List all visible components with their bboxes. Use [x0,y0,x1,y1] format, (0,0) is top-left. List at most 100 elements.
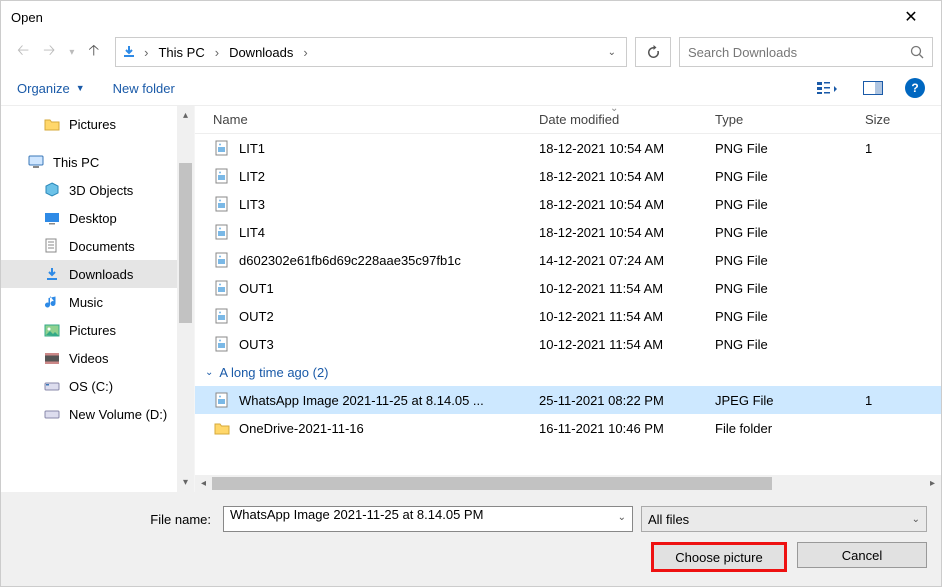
sidebar-item-downloads[interactable]: Downloads [1,260,177,288]
search-placeholder: Search Downloads [688,45,797,60]
column-date[interactable]: Date modified [539,112,715,127]
sidebar-item-drive-c[interactable]: OS (C:) [1,372,177,400]
scroll-thumb[interactable] [212,477,772,490]
file-type-select[interactable]: All files ⌄ [641,506,927,532]
sidebar-item-label: Pictures [69,323,116,338]
file-row[interactable]: LIT118-12-2021 10:54 AMPNG File1 [195,134,941,162]
sidebar-item-drive-d[interactable]: New Volume (D:) [1,400,177,428]
file-row[interactable]: LIT318-12-2021 10:54 AMPNG File [195,190,941,218]
sidebar-item-videos[interactable]: Videos [1,344,177,372]
file-type: PNG File [715,169,865,184]
file-size: 1 [865,393,941,408]
sidebar-item-pictures-quick[interactable]: Pictures [1,110,177,138]
sort-indicator-icon: ⌄ [610,105,618,114]
file-type: PNG File [715,225,865,240]
file-name-value: WhatsApp Image 2021-11-25 at 8.14.05 PM [230,507,483,522]
preview-pane-button[interactable] [859,77,887,99]
pictures-icon [43,322,61,338]
column-name[interactable]: Name [213,112,539,127]
file-type: File folder [715,421,865,436]
image-file-icon [213,335,231,353]
breadcrumb-root[interactable]: This PC [154,43,208,62]
file-type: PNG File [715,197,865,212]
breadcrumb[interactable]: › This PC › Downloads › ⌄ [115,37,627,67]
chevron-down-icon[interactable]: ⌄ [912,514,920,525]
scroll-thumb[interactable] [179,163,192,323]
file-date: 18-12-2021 10:54 AM [539,141,715,156]
main-area: Pictures This PC 3D Objects Desktop Docu… [1,105,941,492]
breadcrumb-folder[interactable]: Downloads [225,43,297,62]
search-input[interactable]: Search Downloads [679,37,933,67]
file-row[interactable]: d602302e61fb6d69c228aae35c97fb1c14-12-20… [195,246,941,274]
search-icon [910,45,924,59]
image-file-icon [213,307,231,325]
desktop-icon [43,210,61,226]
up-icon[interactable]: 🡡 [88,40,99,65]
chevron-down-icon[interactable]: ⌄ [618,512,626,523]
chevron-right-icon[interactable]: › [213,45,221,60]
organize-menu[interactable]: Organize ▼ [17,81,85,96]
help-button[interactable]: ? [905,78,925,98]
bottom-panel: File name: WhatsApp Image 2021-11-25 at … [1,492,941,586]
sidebar-item-this-pc[interactable]: This PC [1,148,177,176]
sidebar-item-3d-objects[interactable]: 3D Objects [1,176,177,204]
column-headers[interactable]: ⌄ Name Date modified Type Size [195,106,941,134]
image-file-icon [213,279,231,297]
3d-icon [43,182,61,198]
scroll-up-icon[interactable]: ▴ [178,108,193,123]
file-name-input[interactable]: WhatsApp Image 2021-11-25 at 8.14.05 PM … [223,506,633,532]
chevron-down-icon[interactable]: ▾ [69,47,74,58]
chevron-right-icon[interactable]: › [142,45,150,60]
scroll-right-icon[interactable]: ▸ [924,475,941,492]
nav-arrows: 🡠 🡢 ▾ 🡡 [9,40,107,65]
refresh-button[interactable] [635,37,671,67]
scroll-down-icon[interactable]: ▾ [178,475,193,490]
sidebar-item-desktop[interactable]: Desktop [1,204,177,232]
column-size[interactable]: Size [865,112,941,127]
group-header[interactable]: ⌄A long time ago (2) [195,358,941,386]
file-name: LIT3 [239,197,265,212]
sidebar-item-pictures[interactable]: Pictures [1,316,177,344]
file-type: PNG File [715,141,865,156]
sidebar-item-label: Music [69,295,103,310]
file-type-value: All files [648,512,689,527]
choose-picture-button[interactable]: Choose picture [651,542,787,572]
sidebar-item-label: Downloads [69,267,133,282]
sidebar-scrollbar[interactable]: ▴ ▾ [177,106,194,492]
forward-icon[interactable]: 🡢 [43,40,55,65]
downloads-icon [43,266,61,282]
image-file-icon [213,251,231,269]
file-row[interactable]: LIT218-12-2021 10:54 AMPNG File [195,162,941,190]
file-row[interactable]: OUT310-12-2021 11:54 AMPNG File [195,330,941,358]
sidebar-item-music[interactable]: Music [1,288,177,316]
toolbar: Organize ▼ New folder ? [1,71,941,105]
view-options-button[interactable] [813,77,841,99]
sidebar-item-label: OS (C:) [69,379,113,394]
cancel-button[interactable]: Cancel [797,542,927,568]
chevron-right-icon[interactable]: › [301,45,309,60]
image-file-icon [213,139,231,157]
horizontal-scrollbar[interactable]: ◂ ▸ [195,475,941,492]
file-date: 10-12-2021 11:54 AM [539,337,715,352]
file-row[interactable]: OUT110-12-2021 11:54 AMPNG File [195,274,941,302]
file-row[interactable]: OneDrive-2021-11-1616-11-2021 10:46 PMFi… [195,414,941,442]
file-name-label: File name: [15,512,215,527]
close-icon[interactable]: ✕ [891,7,931,27]
sidebar-item-label: Desktop [69,211,117,226]
file-type: PNG File [715,281,865,296]
new-folder-button[interactable]: New folder [113,81,175,96]
column-type[interactable]: Type [715,112,865,127]
back-icon[interactable]: 🡠 [17,40,29,65]
file-date: 18-12-2021 10:54 AM [539,225,715,240]
scroll-left-icon[interactable]: ◂ [195,475,212,492]
image-file-icon [213,167,231,185]
sidebar-item-documents[interactable]: Documents [1,232,177,260]
file-row[interactable]: WhatsApp Image 2021-11-25 at 8.14.05 ...… [195,386,941,414]
file-row[interactable]: LIT418-12-2021 10:54 AMPNG File [195,218,941,246]
drive-icon [43,378,61,394]
file-row[interactable]: OUT210-12-2021 11:54 AMPNG File [195,302,941,330]
chevron-down-icon[interactable]: ⌄ [608,47,616,58]
chevron-down-icon: ▼ [76,83,85,93]
file-date: 10-12-2021 11:54 AM [539,281,715,296]
file-date: 16-11-2021 10:46 PM [539,421,715,436]
